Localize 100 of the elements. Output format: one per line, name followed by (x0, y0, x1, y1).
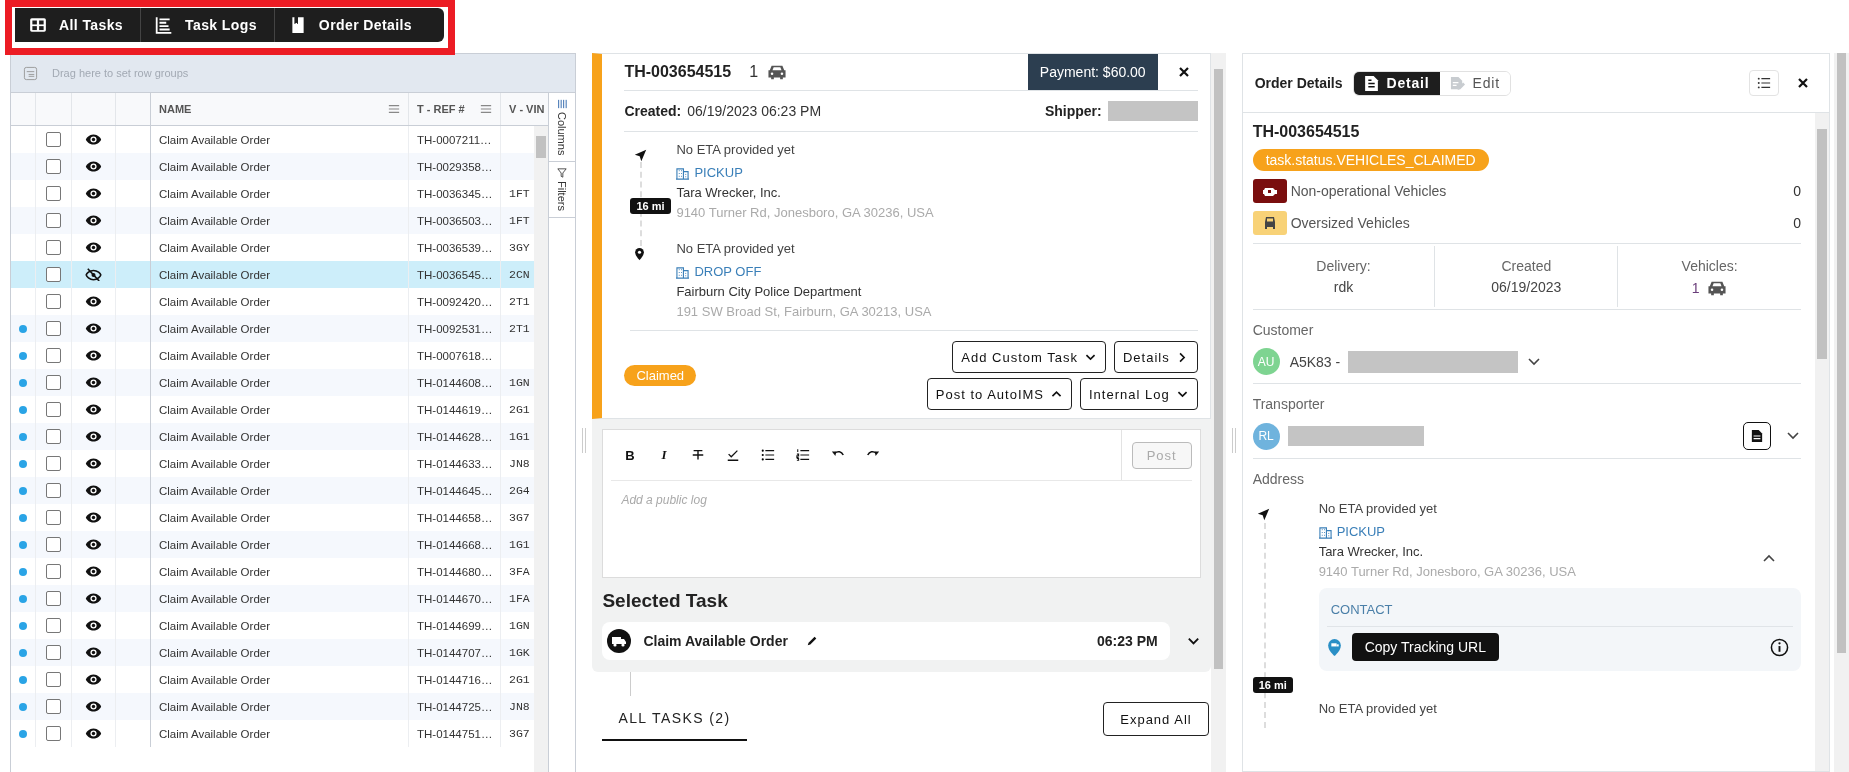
eye-slash-icon[interactable] (85, 268, 102, 281)
row-checkbox[interactable] (46, 483, 61, 498)
eye-icon[interactable] (85, 565, 102, 578)
eye-icon[interactable] (85, 673, 102, 686)
table-row[interactable]: Claim Available Order TH-0144628… 1G1 (11, 423, 535, 450)
eye-icon[interactable] (85, 430, 102, 443)
table-row[interactable]: Claim Available Order TH-0144707… 1GK (11, 639, 535, 666)
close-icon[interactable] (1177, 66, 1190, 78)
row-checkbox[interactable] (46, 159, 61, 174)
row-checkbox[interactable] (46, 267, 61, 282)
table-cell: 1G1 (509, 430, 530, 443)
eye-icon[interactable] (85, 133, 102, 146)
checkmark-icon[interactable] (726, 448, 741, 462)
copy-tracking-url-button[interactable]: Copy Tracking URL (1351, 633, 1499, 661)
eye-icon[interactable] (85, 646, 102, 659)
eye-icon[interactable] (85, 457, 102, 470)
eye-icon[interactable] (85, 376, 102, 389)
side-panel-tab[interactable]: Columns (549, 93, 576, 163)
toolbar-tab[interactable]: Order Details (274, 8, 429, 42)
eye-icon[interactable] (85, 511, 102, 524)
tab[interactable]: ALL TASKS (2) (602, 697, 747, 741)
column-header[interactable]: V - VIN (509, 103, 545, 115)
scrollbar[interactable] (1834, 53, 1849, 772)
action-button[interactable]: Details (1113, 341, 1198, 373)
action-button[interactable]: Post to AutoIMS (926, 378, 1072, 410)
row-checkbox[interactable] (46, 618, 61, 633)
stop-type[interactable]: PICKUP (1336, 522, 1386, 542)
eye-icon[interactable] (85, 727, 102, 740)
mode-toggle[interactable]: Detail (1353, 71, 1440, 95)
eye-icon[interactable] (85, 241, 102, 254)
row-checkbox[interactable] (46, 699, 61, 714)
row-checkbox[interactable] (46, 402, 61, 417)
eye-icon[interactable] (85, 592, 102, 605)
row-checkbox[interactable] (46, 213, 61, 228)
action-button[interactable]: Internal Log (1080, 378, 1198, 410)
bullet-list-icon[interactable] (761, 448, 776, 462)
row-checkbox[interactable] (46, 726, 61, 741)
eye-icon[interactable] (85, 295, 102, 308)
eye-icon[interactable] (85, 403, 102, 416)
eye-icon[interactable] (85, 187, 102, 200)
toolbar-tab[interactable]: Task Logs (141, 8, 275, 42)
column-header[interactable]: NAME (159, 103, 192, 115)
row-checkbox[interactable] (46, 132, 61, 147)
expand-all-button[interactable]: Expand All (1103, 702, 1209, 736)
eye-icon[interactable] (85, 214, 102, 227)
eye-icon[interactable] (85, 484, 102, 497)
eye-icon[interactable] (85, 538, 102, 551)
shipper-label: Shipper: (1044, 103, 1102, 119)
strikethrough-icon[interactable] (691, 448, 706, 462)
pencil-icon[interactable] (805, 635, 818, 647)
table-row[interactable]: Claim Available Order TH-0144725… JN8 (11, 693, 535, 720)
bold-button[interactable]: B (623, 447, 637, 463)
eye-icon[interactable] (85, 349, 102, 362)
column-menu-icon[interactable] (388, 103, 400, 115)
row-checkbox[interactable] (46, 645, 61, 660)
close-icon[interactable] (1797, 77, 1810, 89)
table-row[interactable]: Claim Available Order TH-0092531… 2T1 (11, 315, 535, 342)
task-card[interactable]: Claim Available Order 06:23 PM (602, 622, 1170, 660)
stop-address: 9140 Turner Rd, Jonesboro, GA 30236, USA (1318, 563, 1576, 581)
row-checkbox[interactable] (46, 672, 61, 687)
row-checkbox[interactable] (46, 348, 61, 363)
stop-type[interactable]: PICKUP (694, 163, 743, 183)
eye-icon[interactable] (85, 619, 102, 632)
eye-icon[interactable] (85, 700, 102, 713)
action-button[interactable]: Add Custom Task (952, 341, 1106, 373)
table-row[interactable]: Claim Available Order TH-0144668… 1G1 (11, 531, 535, 558)
log-editor-field[interactable]: B I Post Add a public log (602, 429, 1201, 578)
eye-icon[interactable] (85, 160, 102, 173)
row-checkbox[interactable] (46, 537, 61, 552)
table-row[interactable]: Claim Available Order TH-0029358… (11, 153, 535, 180)
row-checkbox[interactable] (46, 510, 61, 525)
column-menu-icon[interactable] (480, 103, 492, 115)
building-icon (1318, 525, 1332, 539)
column-header[interactable]: T - REF # (417, 103, 465, 115)
row-checkbox[interactable] (46, 321, 61, 336)
row-checkbox[interactable] (46, 375, 61, 390)
italic-button[interactable]: I (657, 447, 671, 463)
row-checkbox[interactable] (46, 564, 61, 579)
table-row[interactable]: Claim Available Order TH-0036545… 2CN (11, 261, 535, 288)
eye-icon[interactable] (85, 322, 102, 335)
side-panel-tab[interactable]: Filters (549, 162, 576, 219)
toolbar-tab[interactable]: All Tasks (15, 8, 142, 42)
row-checkbox[interactable] (46, 591, 61, 606)
table-row[interactable]: Claim Available Order TH-0144645… 2G4 (11, 477, 535, 504)
document-button[interactable] (1743, 422, 1772, 450)
menu-button[interactable] (1749, 70, 1780, 96)
table-row[interactable]: Claim Available Order TH-0144608… 1GN (11, 369, 535, 396)
row-checkbox[interactable] (46, 294, 61, 309)
row-checkbox[interactable] (46, 186, 61, 201)
table-row[interactable]: Claim Available Order TH-0036503… 1FT (11, 207, 535, 234)
numbered-list-icon[interactable] (796, 448, 811, 462)
list-lines-icon (155, 16, 174, 34)
stop-type[interactable]: DROP OFF (694, 262, 762, 282)
info-icon[interactable] (1770, 637, 1790, 657)
row-checkbox[interactable] (46, 456, 61, 471)
scrollbar[interactable] (1815, 113, 1830, 771)
row-checkbox[interactable] (46, 240, 61, 255)
scrollbar[interactable] (534, 126, 549, 772)
table-row[interactable]: Claim Available Order TH-0144670… 1FA (11, 585, 535, 612)
row-checkbox[interactable] (46, 429, 61, 444)
